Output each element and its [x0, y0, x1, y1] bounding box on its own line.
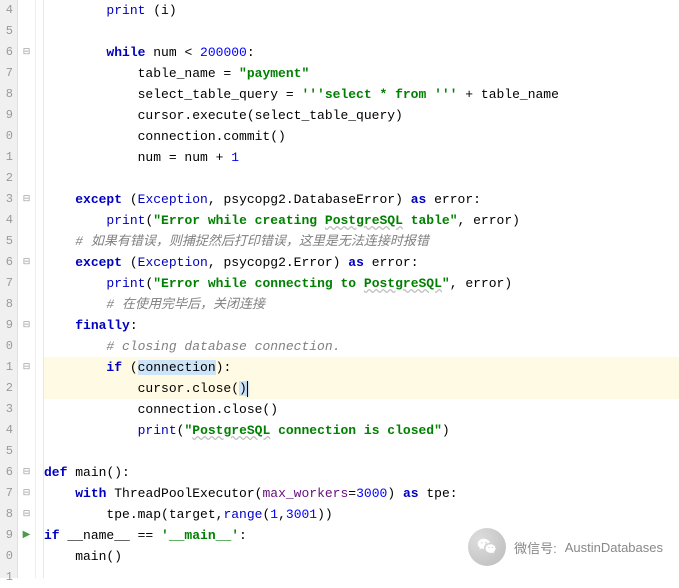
fold-empty [18, 546, 35, 567]
code-line[interactable]: # 在使用完毕后，关闭连接 [44, 294, 679, 315]
fold-toggle-icon[interactable]: ⊟ [18, 315, 35, 336]
fold-empty [18, 420, 35, 441]
line-number-gutter: 4567890123456789012345678901 [0, 0, 18, 578]
watermark-value: AustinDatabases [565, 540, 663, 555]
line-number: 2 [0, 168, 13, 189]
line-number: 3 [0, 189, 13, 210]
line-number: 6 [0, 462, 13, 483]
code-line[interactable]: tpe.map(target,range(1,3001)) [44, 504, 679, 525]
fold-empty [18, 126, 35, 147]
code-line[interactable]: connection.commit() [44, 126, 679, 147]
fold-toggle-icon[interactable]: ⊟ [18, 504, 35, 525]
watermark-label: 微信号: [514, 538, 557, 557]
line-number: 4 [0, 210, 13, 231]
guide-gutter [36, 0, 44, 578]
code-line[interactable]: cursor.execute(select_table_query) [44, 105, 679, 126]
run-icon[interactable]: ▶ [18, 525, 35, 546]
line-number: 5 [0, 231, 13, 252]
line-number: 8 [0, 294, 13, 315]
fold-toggle-icon[interactable]: ⊟ [18, 357, 35, 378]
code-line[interactable]: print (i) [44, 0, 679, 21]
line-number: 0 [0, 336, 13, 357]
fold-empty [18, 441, 35, 462]
wechat-logo-icon [468, 528, 506, 566]
line-number: 9 [0, 525, 13, 546]
code-line[interactable]: print("Error while creating PostgreSQL t… [44, 210, 679, 231]
code-line[interactable]: finally: [44, 315, 679, 336]
line-number: 1 [0, 357, 13, 378]
fold-empty [18, 210, 35, 231]
fold-empty [18, 0, 35, 21]
code-line[interactable]: except (Exception, psycopg2.Error) as er… [44, 252, 679, 273]
fold-empty [18, 147, 35, 168]
line-number: 7 [0, 483, 13, 504]
fold-empty [18, 84, 35, 105]
fold-empty [18, 63, 35, 84]
code-line[interactable]: # closing database connection. [44, 336, 679, 357]
code-line[interactable] [44, 21, 679, 42]
fold-empty [18, 21, 35, 42]
line-number: 0 [0, 546, 13, 567]
line-number: 9 [0, 105, 13, 126]
line-number: 6 [0, 252, 13, 273]
code-line[interactable] [44, 441, 679, 462]
line-number: 8 [0, 84, 13, 105]
code-line[interactable]: print("PostgreSQL connection is closed") [44, 420, 679, 441]
code-line[interactable]: # 如果有错误，则捕捉然后打印错误，这里是无法连接时报错 [44, 231, 679, 252]
line-number: 1 [0, 147, 13, 168]
fold-toggle-icon[interactable]: ⊟ [18, 42, 35, 63]
fold-empty [18, 231, 35, 252]
code-line[interactable]: def main(): [44, 462, 679, 483]
code-area[interactable]: print (i) while num < 200000: table_name… [44, 0, 679, 578]
fold-empty [18, 336, 35, 357]
fold-empty [18, 294, 35, 315]
line-number: 7 [0, 273, 13, 294]
code-editor[interactable]: 4567890123456789012345678901 ⊟⊟⊟⊟⊟⊟⊟⊟▶ p… [0, 0, 679, 578]
line-number: 4 [0, 420, 13, 441]
line-number: 7 [0, 63, 13, 84]
line-number: 3 [0, 399, 13, 420]
fold-empty [18, 105, 35, 126]
line-number: 5 [0, 441, 13, 462]
line-number: 5 [0, 21, 13, 42]
code-line[interactable]: while num < 200000: [44, 42, 679, 63]
fold-toggle-icon[interactable]: ⊟ [18, 483, 35, 504]
line-number: 6 [0, 42, 13, 63]
code-line[interactable]: connection.close() [44, 399, 679, 420]
fold-empty [18, 168, 35, 189]
fold-empty [18, 378, 35, 399]
fold-run-gutter[interactable]: ⊟⊟⊟⊟⊟⊟⊟⊟▶ [18, 0, 36, 578]
fold-toggle-icon[interactable]: ⊟ [18, 252, 35, 273]
line-number: 9 [0, 315, 13, 336]
code-line[interactable]: select_table_query = '''select * from ''… [44, 84, 679, 105]
fold-toggle-icon[interactable]: ⊟ [18, 462, 35, 483]
fold-empty [18, 273, 35, 294]
text-caret [247, 381, 248, 397]
line-number: 4 [0, 0, 13, 21]
code-line[interactable]: table_name = "payment" [44, 63, 679, 84]
fold-empty [18, 399, 35, 420]
line-number: 8 [0, 504, 13, 525]
line-number: 0 [0, 126, 13, 147]
fold-toggle-icon[interactable]: ⊟ [18, 189, 35, 210]
code-line[interactable]: print("Error while connecting to Postgre… [44, 273, 679, 294]
watermark: 微信号: AustinDatabases [468, 528, 663, 566]
line-number: 2 [0, 378, 13, 399]
code-line[interactable]: with ThreadPoolExecutor(max_workers=3000… [44, 483, 679, 504]
code-line[interactable]: if (connection): [44, 357, 679, 378]
code-line[interactable]: cursor.close() [44, 378, 679, 399]
code-line[interactable]: num = num + 1 [44, 147, 679, 168]
code-line[interactable]: except (Exception, psycopg2.DatabaseErro… [44, 189, 679, 210]
code-line[interactable] [44, 168, 679, 189]
